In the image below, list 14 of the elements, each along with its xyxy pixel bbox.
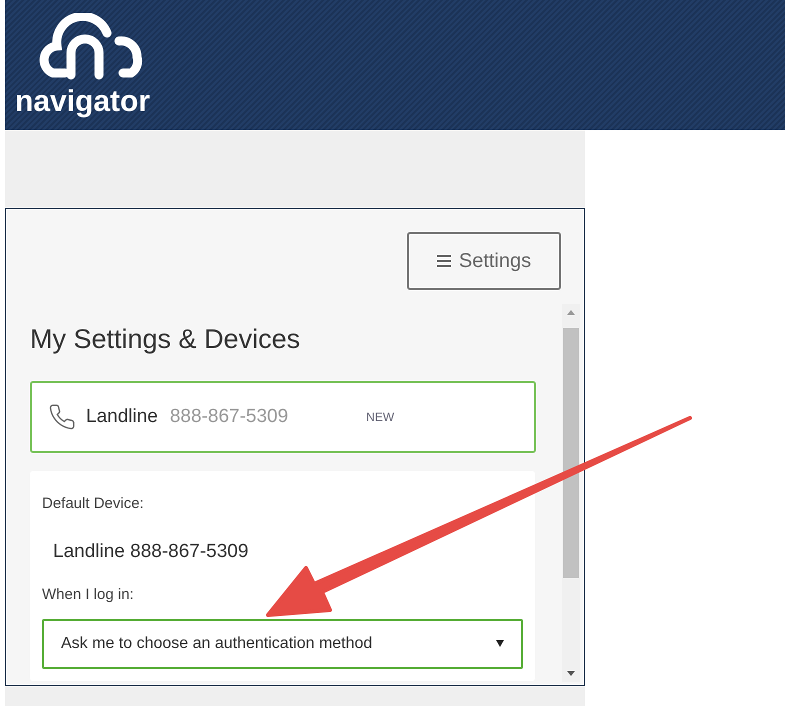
settings-button[interactable]: Settings xyxy=(407,232,561,290)
login-method-dropdown[interactable]: Ask me to choose an authentication method xyxy=(42,618,523,668)
menu-icon xyxy=(436,255,451,267)
device-number: 888-867-5309 xyxy=(170,404,288,429)
login-label: When I log in: xyxy=(42,585,135,605)
new-label: NEW xyxy=(366,409,394,426)
logo-text: navigator xyxy=(15,87,152,117)
default-device-label: Default Device: xyxy=(42,494,145,514)
page-heading: My Settings & Devices xyxy=(30,326,302,353)
phone-icon xyxy=(48,403,76,431)
device-card[interactable]: Landline 888-867-5309 NEW xyxy=(30,381,536,453)
dropdown-caret-icon xyxy=(496,640,504,647)
device-name: Landline xyxy=(86,404,158,429)
default-device-value: Landline 888-867-5309 xyxy=(53,540,250,564)
